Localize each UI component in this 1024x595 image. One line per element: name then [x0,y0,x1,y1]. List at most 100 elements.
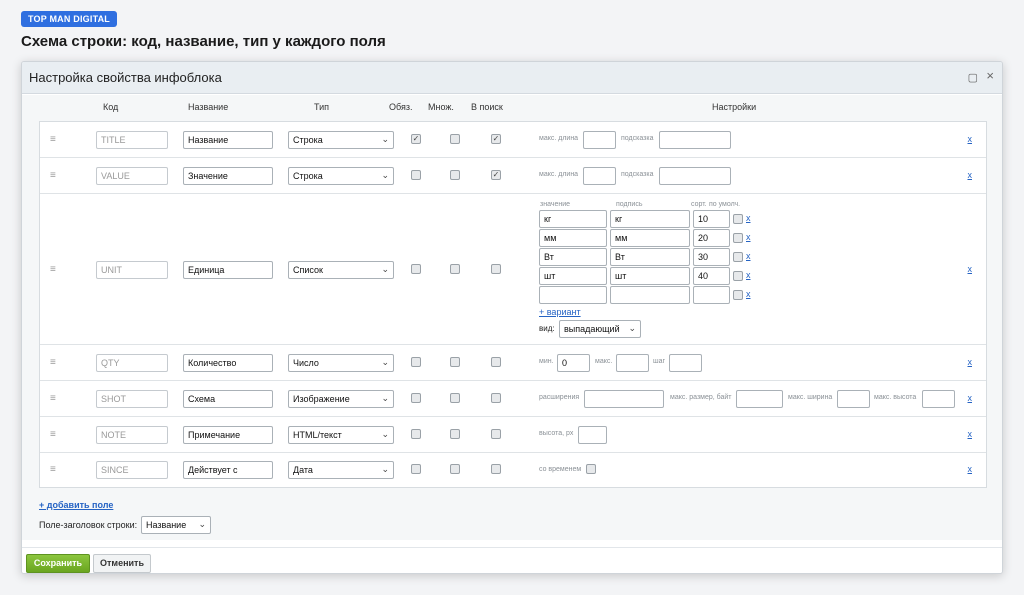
multiple-checkbox[interactable] [450,464,460,474]
code-input[interactable]: UNIT [96,261,168,279]
delete-option-link[interactable]: x [746,251,751,261]
name-input[interactable]: Название [183,131,273,149]
type-select[interactable]: Изображение ⌄ [288,390,394,408]
code-input[interactable]: VALUE [96,167,168,185]
delete-field-link[interactable]: x [968,264,973,274]
name-input[interactable]: Схема [183,390,273,408]
code-input[interactable]: TITLE [96,131,168,149]
delete-field-link[interactable]: x [968,429,973,439]
option-sort-input[interactable]: 10 [693,210,730,228]
option-value-input[interactable]: мм [539,229,607,247]
drag-handle-icon[interactable]: ≡ [50,357,56,368]
search-checkbox[interactable] [491,264,501,274]
option-value-input[interactable]: шт [539,267,607,285]
option-value-input[interactable]: кг [539,210,607,228]
header-field-select[interactable]: Название ⌄ [141,516,211,534]
option-default-checkbox[interactable] [733,271,743,281]
option-default-checkbox[interactable] [733,214,743,224]
multiple-checkbox[interactable] [450,170,460,180]
max-input[interactable] [616,354,649,372]
multiple-checkbox[interactable] [450,393,460,403]
max-width-input[interactable] [837,390,870,408]
hint-input[interactable] [659,167,731,185]
option-default-checkbox[interactable] [733,233,743,243]
required-checkbox[interactable] [411,464,421,474]
search-checkbox[interactable]: ✓ [491,134,501,144]
delete-option-link[interactable]: x [746,213,751,223]
view-select[interactable]: выпадающий ⌄ [559,320,641,338]
height-input[interactable] [578,426,607,444]
delete-field-link[interactable]: x [968,393,973,403]
code-input[interactable]: SHOT [96,390,168,408]
option-sort-input[interactable]: 20 [693,229,730,247]
option-value-input[interactable] [539,286,607,304]
name-input[interactable]: Значение [183,167,273,185]
code-input[interactable]: SINCE [96,461,168,479]
required-checkbox[interactable] [411,264,421,274]
option-default-checkbox[interactable] [733,252,743,262]
max-length-input[interactable] [583,167,616,185]
drag-handle-icon[interactable]: ≡ [50,429,56,440]
option-caption-input[interactable] [610,286,690,304]
search-checkbox[interactable] [491,464,501,474]
delete-option-link[interactable]: x [746,270,751,280]
name-input[interactable]: Примечание [183,426,273,444]
option-sort-input[interactable]: 40 [693,267,730,285]
type-select[interactable]: Строка ⌄ [288,131,394,149]
name-input[interactable]: Количество [183,354,273,372]
delete-option-link[interactable]: x [746,289,751,299]
extensions-input[interactable] [584,390,664,408]
drag-handle-icon[interactable]: ≡ [50,170,56,181]
hint-input[interactable] [659,131,731,149]
type-select[interactable]: Строка ⌄ [288,167,394,185]
type-select[interactable]: Дата ⌄ [288,461,394,479]
option-sort-input[interactable] [693,286,730,304]
code-input[interactable]: NOTE [96,426,168,444]
required-checkbox[interactable] [411,170,421,180]
type-select[interactable]: Число ⌄ [288,354,394,372]
delete-field-link[interactable]: x [968,464,973,474]
search-checkbox[interactable] [491,357,501,367]
option-value-input[interactable]: Вт [539,248,607,266]
add-variant-link[interactable]: + вариант [539,307,581,317]
code-input[interactable]: QTY [96,354,168,372]
max-size-input[interactable] [736,390,783,408]
option-caption-input[interactable]: мм [610,229,690,247]
step-input[interactable] [669,354,702,372]
type-select[interactable]: HTML/текст ⌄ [288,426,394,444]
required-checkbox[interactable] [411,393,421,403]
option-caption-input[interactable]: шт [610,267,690,285]
add-field-link[interactable]: + добавить поле [39,500,113,510]
search-checkbox[interactable]: ✓ [491,170,501,180]
delete-option-link[interactable]: x [746,232,751,242]
search-checkbox[interactable] [491,429,501,439]
drag-handle-icon[interactable]: ≡ [50,393,56,404]
restore-icon[interactable]: ▢ [968,71,978,84]
cancel-button[interactable]: Отменить [93,554,151,573]
drag-handle-icon[interactable]: ≡ [50,264,56,275]
option-default-checkbox[interactable] [733,290,743,300]
name-input[interactable]: Единица [183,261,273,279]
search-checkbox[interactable] [491,393,501,403]
delete-field-link[interactable]: x [968,170,973,180]
type-select[interactable]: Список ⌄ [288,261,394,279]
delete-field-link[interactable]: x [968,134,973,144]
option-caption-input[interactable]: Вт [610,248,690,266]
multiple-checkbox[interactable] [450,264,460,274]
max-length-input[interactable] [583,131,616,149]
min-input[interactable]: 0 [557,354,590,372]
option-sort-input[interactable]: 30 [693,248,730,266]
required-checkbox[interactable] [411,357,421,367]
save-button[interactable]: Сохранить [26,554,90,573]
required-checkbox[interactable]: ✓ [411,134,421,144]
multiple-checkbox[interactable] [450,429,460,439]
option-caption-input[interactable]: кг [610,210,690,228]
max-height-input[interactable] [922,390,955,408]
with-time-checkbox[interactable] [586,464,596,474]
drag-handle-icon[interactable]: ≡ [50,134,56,145]
drag-handle-icon[interactable]: ≡ [50,464,56,475]
name-input[interactable]: Действует с [183,461,273,479]
delete-field-link[interactable]: x [968,357,973,367]
multiple-checkbox[interactable] [450,357,460,367]
close-icon[interactable]: × [986,68,994,83]
